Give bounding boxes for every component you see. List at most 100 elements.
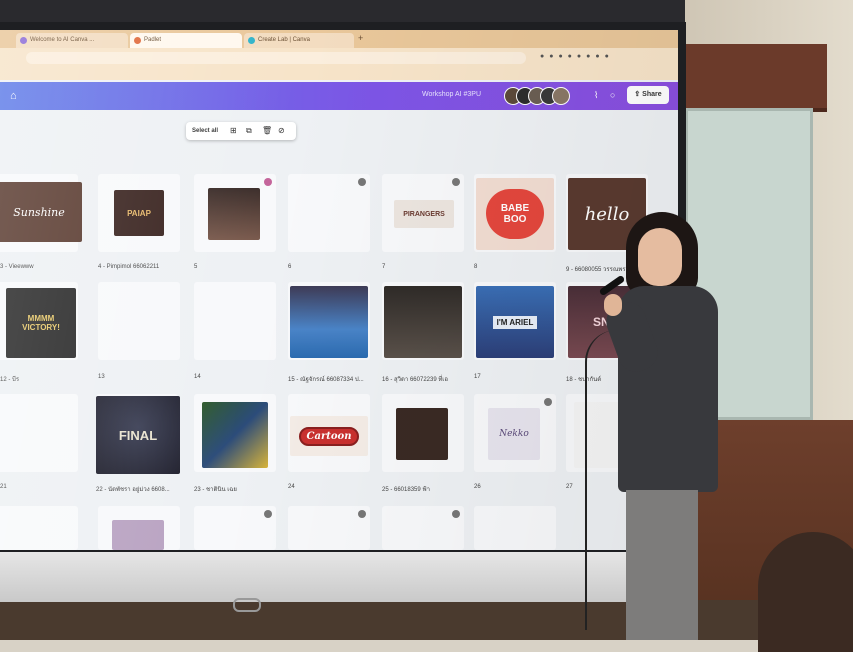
page-caption[interactable]: 27 <box>566 484 573 490</box>
page-thumbnail[interactable] <box>382 282 464 360</box>
page-thumbnail[interactable]: MMMM VICTORY! <box>0 282 78 360</box>
page-thumbnail[interactable] <box>98 506 180 550</box>
page-art: Cartoon <box>290 416 368 456</box>
browser-tab-bar: Welcome to AI Canva ... Padlet Create La… <box>0 30 678 48</box>
presenter-face <box>638 228 682 286</box>
page-thumbnail[interactable] <box>0 394 78 472</box>
page-caption[interactable]: 8 <box>474 264 477 270</box>
page-art <box>396 408 448 460</box>
page-thumbnail[interactable]: Nekko <box>474 394 556 472</box>
page-art <box>112 520 164 550</box>
page-caption[interactable]: 25 - 66018359 ฟ้า <box>382 484 430 494</box>
page-caption[interactable]: 14 <box>194 374 201 380</box>
page-caption[interactable]: 5 <box>194 264 197 270</box>
page-caption[interactable]: 3 - Vieewww <box>0 264 34 270</box>
page-thumbnail[interactable] <box>0 506 78 550</box>
browser-extension-icons[interactable]: ●●●●●●●● <box>540 53 614 60</box>
select-all-button[interactable]: Select all <box>192 122 218 140</box>
page-art: FINAL <box>96 396 180 474</box>
page-thumbnail[interactable] <box>194 174 276 252</box>
address-bar: ●●●●●●●● <box>0 48 678 68</box>
page-thumbnail[interactable]: Sunshine <box>0 174 82 252</box>
page-art: Nekko <box>488 408 540 460</box>
page-caption[interactable]: 6 <box>288 264 291 270</box>
page-thumbnail[interactable] <box>382 394 464 472</box>
page-caption[interactable]: 9 - 66080055 วรรณพร <box>566 264 626 274</box>
page-art <box>202 402 268 468</box>
page-caption[interactable]: 23 - ชาตินิน เฉย <box>194 484 237 494</box>
page-caption[interactable]: 24 <box>288 484 295 490</box>
page-art <box>384 286 462 358</box>
page-art: PIRANGERS <box>394 200 454 228</box>
projector-screen: Welcome to AI Canva ... Padlet Create La… <box>0 22 686 602</box>
page-caption[interactable]: 17 <box>474 374 481 380</box>
browser-tab-2[interactable]: Padlet <box>130 33 242 48</box>
url-field[interactable] <box>26 52 526 64</box>
page-thumbnail[interactable]: BABE BOO <box>474 174 556 252</box>
page-thumbnail[interactable] <box>288 506 370 550</box>
page-thumbnail[interactable]: PAIAP <box>98 174 180 252</box>
page-caption[interactable]: 7 <box>382 264 385 270</box>
collaborator-badge <box>264 510 272 518</box>
collaborator-badge <box>264 178 272 186</box>
presenter <box>598 210 728 640</box>
add-page-icon[interactable]: ⊞ <box>230 122 237 140</box>
page-thumbnail[interactable]: I'M ARIEL <box>474 282 556 360</box>
page-caption[interactable]: 16 - สุวิดา 66072239 ที่เอ <box>382 374 448 384</box>
page-thumbnail[interactable] <box>194 506 276 550</box>
tab-favicon-icon <box>20 37 27 44</box>
hide-icon[interactable]: ⊘ <box>278 122 285 140</box>
duplicate-icon[interactable]: ⧉ <box>246 122 252 140</box>
canva-header: ⌂ Workshop AI #3PU ⌇ ○ ⇪ Share <box>0 82 678 110</box>
microphone-cable <box>585 330 617 630</box>
design-title[interactable]: Workshop AI #3PU <box>422 91 481 98</box>
screen-pull-handle <box>233 598 261 612</box>
home-icon[interactable]: ⌂ <box>10 90 17 102</box>
collaborator-badge <box>452 510 460 518</box>
analytics-icon[interactable]: ⌇ <box>594 90 598 101</box>
page-art: I'M ARIEL <box>476 286 554 358</box>
page-thumbnail[interactable] <box>194 394 276 472</box>
tab-favicon-icon <box>134 37 141 44</box>
collaborator-avatars[interactable] <box>504 87 570 105</box>
page-caption[interactable]: 15 - ณัฐจักรณ์ 66087334 ป... <box>288 374 364 384</box>
share-button[interactable]: ⇪ Share <box>627 86 669 104</box>
page-caption[interactable]: 21 <box>0 484 7 490</box>
page-art: MMMM VICTORY! <box>6 288 76 358</box>
page-art <box>208 188 260 240</box>
collaborator-badge <box>452 178 460 186</box>
page-thumbnail[interactable] <box>382 506 464 550</box>
wooden-cabinet <box>686 44 827 112</box>
collaborator-badge <box>544 398 552 406</box>
comment-icon[interactable]: ○ <box>610 90 615 100</box>
selection-toolbar: Select all ⊞ ⧉ 🗑 ⊘ <box>186 122 296 140</box>
page-art: BABE BOO <box>476 178 554 250</box>
page-grid: Select all ⊞ ⧉ 🗑 ⊘ Sunshine 3 - Vieewww … <box>0 110 678 550</box>
presenter-hand <box>604 294 622 316</box>
page-thumbnail[interactable] <box>194 282 276 360</box>
page-art: PAIAP <box>114 190 164 236</box>
page-caption[interactable]: 26 <box>474 484 481 490</box>
page-thumbnail[interactable]: PIRANGERS <box>382 174 464 252</box>
presenter-pants <box>626 490 698 640</box>
page-caption[interactable]: 4 - Pimpimol 66062211 <box>98 264 159 270</box>
page-thumbnail[interactable] <box>288 174 370 252</box>
avatar <box>552 87 570 105</box>
trash-icon[interactable]: 🗑 <box>262 122 272 140</box>
heart-art: BABE BOO <box>486 189 544 239</box>
page-thumbnail[interactable]: Cartoon <box>288 394 370 472</box>
page-thumbnail[interactable] <box>288 282 370 360</box>
share-icon: ⇪ <box>634 91 643 98</box>
page-thumbnail[interactable] <box>98 282 180 360</box>
new-tab-button[interactable]: + <box>358 33 363 43</box>
page-caption[interactable]: 12 - บีร <box>0 374 19 384</box>
page-thumbnail[interactable]: FINAL <box>96 394 180 474</box>
collaborator-badge <box>358 178 366 186</box>
page-art <box>290 286 368 358</box>
browser-tab-3[interactable]: Create Lab | Canva <box>244 33 354 48</box>
screen-bottom-bar <box>0 552 686 602</box>
page-thumbnail[interactable] <box>474 506 556 550</box>
page-caption[interactable]: 13 <box>98 374 105 380</box>
page-caption[interactable]: 22 - นัดพัชรา อยู่ม่วง 6608... <box>96 484 170 494</box>
browser-tab-1[interactable]: Welcome to AI Canva ... <box>16 33 128 48</box>
